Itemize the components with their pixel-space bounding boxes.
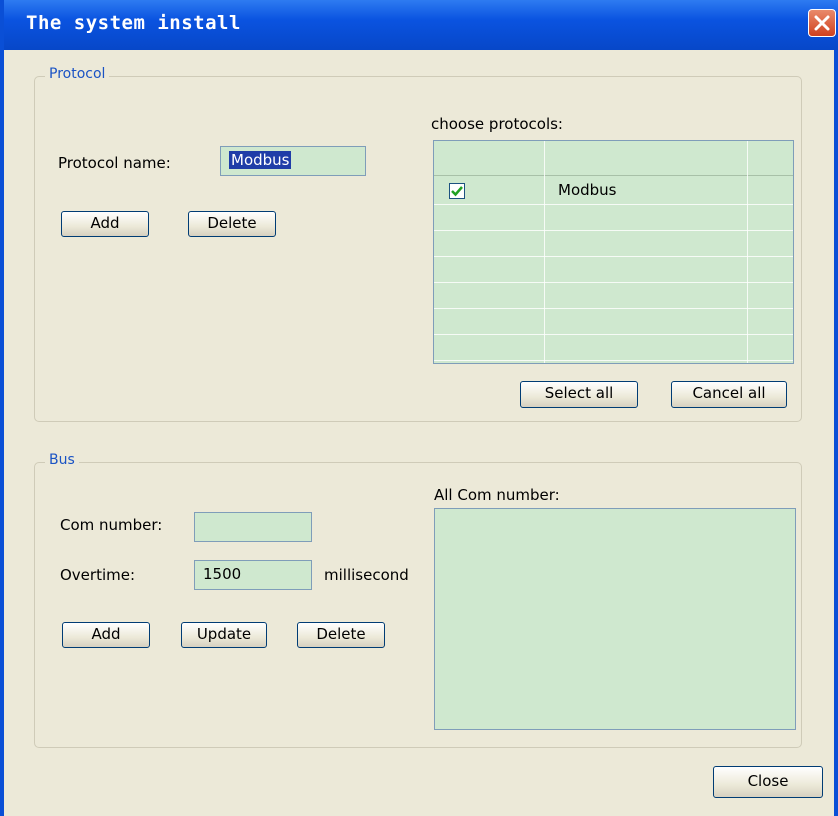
protocol-legend: Protocol: [45, 66, 110, 82]
com-number-list[interactable]: [434, 508, 796, 730]
grid-row-line: [434, 256, 793, 257]
window-title: The system install: [26, 12, 241, 34]
grid-divider: [544, 141, 545, 363]
title-bar[interactable]: The system install: [4, 0, 838, 50]
protocols-grid[interactable]: Modbus: [433, 140, 794, 364]
close-window-button[interactable]: [808, 9, 836, 37]
grid-header: [434, 141, 793, 176]
protocol-delete-button[interactable]: Delete: [188, 211, 276, 237]
bus-legend: Bus: [45, 452, 79, 468]
bus-update-button[interactable]: Update: [181, 622, 267, 648]
grid-row-line: [434, 282, 793, 283]
overtime-unit-label: millisecond: [324, 566, 409, 584]
grid-row-line: [434, 360, 793, 361]
choose-protocols-label: choose protocols:: [431, 115, 563, 133]
cancel-all-button[interactable]: Cancel all: [671, 381, 787, 408]
protocol-row-checkbox[interactable]: [449, 183, 465, 199]
all-com-number-label: All Com number:: [434, 486, 560, 504]
protocol-add-button[interactable]: Add: [61, 211, 149, 237]
protocol-name-label: Protocol name:: [58, 154, 171, 172]
bus-delete-button[interactable]: Delete: [297, 622, 385, 648]
dialog-window: The system install Protocol Protocol nam…: [0, 0, 838, 816]
grid-divider: [747, 141, 748, 363]
com-number-input[interactable]: [194, 512, 312, 542]
grid-row-line: [434, 204, 793, 205]
grid-row-line: [434, 230, 793, 231]
com-number-label: Com number:: [60, 516, 163, 534]
protocol-row-name: Modbus: [558, 181, 617, 199]
checkmark-icon: [451, 186, 463, 197]
overtime-label: Overtime:: [60, 566, 136, 584]
protocol-name-input[interactable]: Modbus: [220, 146, 366, 176]
grid-row-line: [434, 334, 793, 335]
bus-add-button[interactable]: Add: [62, 622, 150, 648]
close-icon: [814, 15, 830, 31]
grid-row-line: [434, 308, 793, 309]
protocol-name-value: Modbus: [229, 151, 292, 169]
select-all-button[interactable]: Select all: [520, 381, 638, 408]
close-button[interactable]: Close: [713, 766, 823, 798]
overtime-input[interactable]: 1500: [194, 560, 312, 590]
